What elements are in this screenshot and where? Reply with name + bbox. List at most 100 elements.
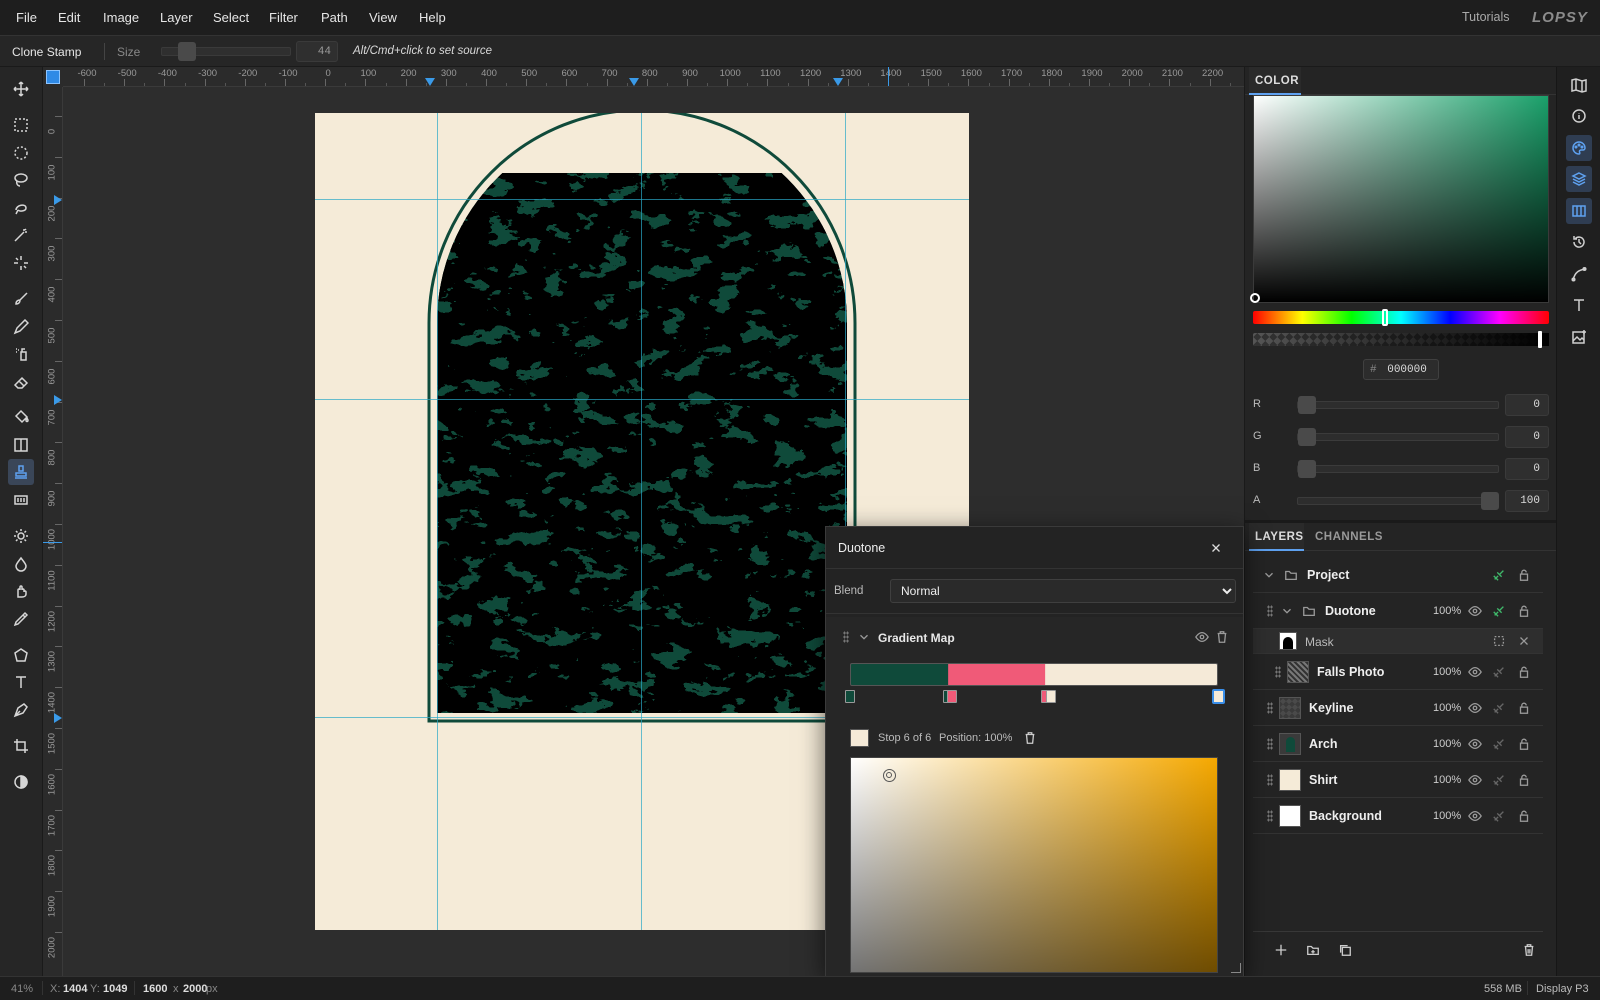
paths-icon[interactable] [1566, 261, 1592, 287]
duplicate-layer-icon[interactable] [1337, 942, 1353, 958]
hue-slider-handle[interactable] [1382, 309, 1388, 326]
alpha-slider-handle[interactable] [1538, 331, 1542, 348]
tutorials-link[interactable]: Tutorials [1462, 10, 1509, 24]
lock-icon[interactable] [1516, 664, 1532, 680]
drag-handle-icon[interactable] [1267, 774, 1273, 786]
lock-icon[interactable] [1516, 772, 1532, 788]
pencil-icon[interactable] [8, 314, 34, 340]
lock-icon[interactable] [1516, 603, 1532, 619]
hue-slider[interactable] [1253, 311, 1549, 324]
link-icon[interactable] [1491, 664, 1507, 680]
layer-opacity[interactable]: 100% [1433, 738, 1461, 750]
menu-file[interactable]: File [16, 10, 37, 25]
tab-channels[interactable]: CHANNELS [1315, 531, 1383, 543]
alpha-slider[interactable] [1253, 333, 1549, 346]
brush-icon[interactable] [8, 286, 34, 312]
color-field[interactable] [1253, 95, 1549, 303]
gradient-stop-selected[interactable] [1212, 689, 1225, 704]
guide-horizontal[interactable] [315, 399, 969, 400]
menu-help[interactable]: Help [419, 10, 446, 25]
delete-layer-icon[interactable] [1521, 942, 1537, 958]
tab-layers[interactable]: LAYERS [1255, 531, 1304, 543]
pattern-stamp-icon[interactable] [8, 487, 34, 513]
guide-marker-icon[interactable] [54, 195, 62, 205]
channel-r-slider[interactable] [1297, 401, 1499, 409]
channel-a-input[interactable]: 100 [1505, 490, 1549, 512]
size-input[interactable]: 44 [296, 41, 338, 62]
burn-icon[interactable] [8, 551, 34, 577]
guide-marker-icon[interactable] [54, 395, 62, 405]
ellipse-select-icon[interactable] [8, 140, 34, 166]
layer-row-mask[interactable]: Mask [1253, 629, 1543, 654]
ruler-origin[interactable] [46, 70, 60, 84]
lock-icon[interactable] [1516, 567, 1532, 583]
guide-vertical[interactable] [437, 113, 438, 930]
pen-icon[interactable] [8, 697, 34, 723]
eye-icon[interactable] [1467, 603, 1483, 619]
guide-marker-icon[interactable] [833, 78, 843, 86]
chevron-down-icon[interactable] [1261, 567, 1277, 583]
eye-icon[interactable] [1467, 736, 1483, 752]
magic-wand-icon[interactable] [8, 222, 34, 248]
eye-icon[interactable] [1194, 629, 1210, 645]
quick-select-icon[interactable] [8, 250, 34, 276]
add-layer-icon[interactable] [1273, 942, 1289, 958]
channel-r-input[interactable]: 0 [1505, 394, 1549, 416]
gradient-stop[interactable] [1046, 690, 1056, 703]
menu-path[interactable]: Path [321, 10, 348, 25]
channel-a-slider[interactable] [1297, 497, 1499, 505]
channel-b-knob[interactable] [1298, 460, 1316, 478]
drag-handle-icon[interactable] [1267, 702, 1273, 714]
stop-color-cursor[interactable] [883, 769, 896, 782]
menu-select[interactable]: Select [213, 10, 249, 25]
layer-opacity[interactable]: 100% [1433, 810, 1461, 822]
channel-b-input[interactable]: 0 [1505, 458, 1549, 480]
gradient-icon[interactable] [8, 432, 34, 458]
guide-horizontal[interactable] [315, 199, 969, 200]
guide-vertical[interactable] [641, 113, 642, 930]
lock-icon[interactable] [1516, 808, 1532, 824]
new-group-icon[interactable] [1305, 942, 1321, 958]
layer-row-keyline[interactable]: Keyline 100% [1253, 690, 1543, 726]
link-icon[interactable] [1491, 603, 1507, 619]
channel-a-knob[interactable] [1481, 492, 1499, 510]
shape-icon[interactable] [8, 642, 34, 668]
rect-select-icon[interactable] [8, 112, 34, 138]
link-icon[interactable] [1491, 772, 1507, 788]
link-icon[interactable] [1491, 808, 1507, 824]
dodge-icon[interactable] [8, 523, 34, 549]
stop-color-swatch[interactable] [850, 729, 869, 747]
size-slider-knob[interactable] [178, 42, 196, 61]
layer-opacity[interactable]: 100% [1433, 774, 1461, 786]
layer-opacity[interactable]: 100% [1433, 666, 1461, 678]
eraser-icon[interactable] [8, 369, 34, 395]
layer-row-arch[interactable]: Arch 100% [1253, 726, 1543, 762]
channel-g-knob[interactable] [1298, 428, 1316, 446]
layer-row-background[interactable]: Background 100% [1253, 798, 1543, 834]
gradient-bar[interactable] [850, 663, 1218, 686]
eye-icon[interactable] [1467, 664, 1483, 680]
lock-icon[interactable] [1516, 736, 1532, 752]
guide-marker-icon[interactable] [425, 78, 435, 86]
spray-icon[interactable] [8, 341, 34, 367]
zoom-level[interactable]: 41% [11, 983, 33, 995]
drag-handle-icon[interactable] [1267, 605, 1273, 617]
drag-handle-icon[interactable] [1275, 666, 1281, 678]
color-field-cursor[interactable] [1250, 293, 1260, 303]
chevron-down-icon[interactable] [856, 629, 872, 645]
gradient-stop[interactable] [845, 690, 855, 703]
link-icon[interactable] [1491, 567, 1507, 583]
contrast-icon[interactable] [8, 769, 34, 795]
close-icon[interactable] [1208, 540, 1224, 556]
guide-marker-icon[interactable] [54, 713, 62, 723]
lock-icon[interactable] [1516, 700, 1532, 716]
crop-icon[interactable] [8, 733, 34, 759]
layer-row-shirt[interactable]: Shirt 100% [1253, 762, 1543, 798]
clone-stamp-icon[interactable] [8, 459, 34, 485]
hex-input[interactable]: # 000000 [1363, 359, 1439, 380]
bucket-icon[interactable] [8, 404, 34, 430]
menu-view[interactable]: View [369, 10, 397, 25]
channels-icon[interactable] [1566, 198, 1592, 224]
lasso-icon[interactable] [8, 167, 34, 193]
layer-row-duotone[interactable]: Duotone 100% [1253, 593, 1543, 629]
